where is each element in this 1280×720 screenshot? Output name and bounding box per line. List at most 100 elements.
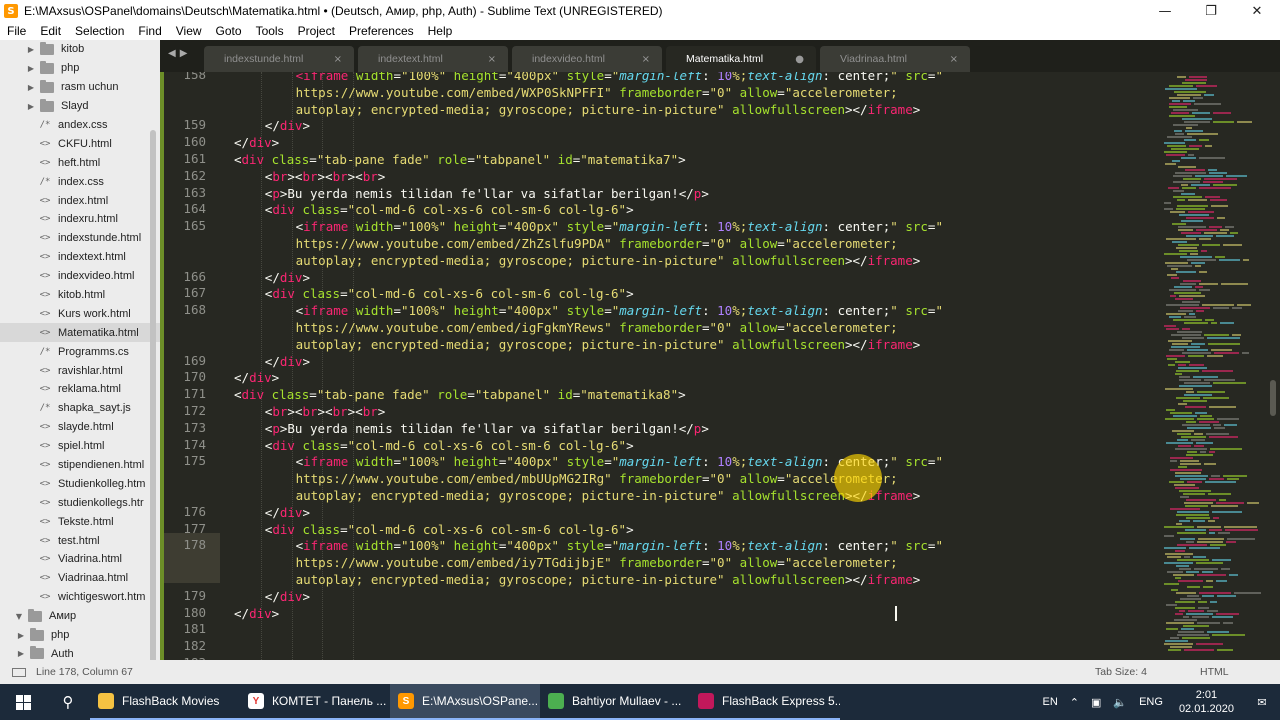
sidebar-item[interactable]: ▶ kitob [0,40,160,59]
sidebar-item[interactable]: <> Viadrina.html [0,550,160,569]
minimap-line [1194,445,1204,447]
menu-project[interactable]: Project [291,24,342,38]
unsaved-dot-icon[interactable]: ● [795,54,804,65]
close-button[interactable]: ✕ [1234,0,1280,22]
editor-tab[interactable]: indextext.html × [358,46,508,72]
minimap-line [1195,265,1201,267]
start-button[interactable] [0,684,46,720]
sidebar-item[interactable]: /* index.css [0,172,160,191]
notification-icon[interactable]: ✉ [1244,696,1280,709]
sidebar-item[interactable]: <> wichtigeswort.htm [0,588,160,607]
sidebar-item[interactable]: <> indexvideo.html [0,267,160,286]
sidebar-item[interactable]: <> Tekste.html [0,512,160,531]
minimap-line [1181,193,1195,195]
minimap-line [1243,259,1249,261]
sidebar-item[interactable]: <> spiel.html [0,437,160,456]
menu-preferences[interactable]: Preferences [342,24,421,38]
sidebar-item[interactable]: <> Matematika.html [0,323,160,343]
sidebar-item[interactable]: ▶ php [0,626,160,645]
editor-tab[interactable]: indexstunde.html × [204,46,354,72]
close-tab-icon[interactable]: × [642,54,650,65]
tray-chevron-icon[interactable]: ⌃ [1064,696,1085,709]
sidebar-item[interactable]: /* andex.css [0,116,160,135]
sidebar-item[interactable]: ▶ Auth [0,645,160,661]
menu-selection[interactable]: Selection [68,24,131,38]
chevron-right-icon[interactable]: ▶ [16,649,26,658]
system-tray: EN ⌃ ▣ 🔈 ENG 2:01 02.01.2020 ✉ [1036,684,1280,720]
editor-tab[interactable]: indexvideo.html × [512,46,662,72]
clock[interactable]: 2:01 02.01.2020 [1169,688,1244,716]
code-area[interactable]: <iframe width="100%" height="400px" styl… [234,72,1214,660]
menu-help[interactable]: Help [421,24,460,38]
sidebar-item[interactable]: <> Kurs work.html [0,304,160,323]
keyboard-layout[interactable]: ENG [1133,696,1169,708]
sidebar-item[interactable]: <> indexstunde.html [0,229,160,248]
taskbar-app[interactable]: FlashBack Express 5... [690,684,840,720]
code-editor[interactable]: 158 159 160 161 162 163 164 165 166 167 168 169 170 1… [160,72,1280,660]
tab-size[interactable]: Tab Size: 4 [1095,666,1200,678]
minimap-line [1184,121,1210,123]
close-tab-icon[interactable]: × [334,54,342,65]
taskbar-app[interactable]: S E:\MAxsus\OSPane... [390,684,540,720]
volume-icon[interactable]: 🔈 [1107,696,1133,709]
sidebar-item[interactable]: <> heft.html [0,153,160,172]
editor-scrollbar[interactable] [1270,380,1276,416]
panel-toggle-icon[interactable] [12,667,26,677]
sidebar-item[interactable]: <> indextext.html [0,248,160,267]
chevron-right-icon[interactable]: ▶ [26,83,36,92]
minimap-line [1188,154,1194,156]
sidebar-item[interactable]: <> stipendienen.html [0,456,160,475]
chevron-down-icon[interactable]: ▼ [14,612,24,621]
menu-goto[interactable]: Goto [209,24,249,38]
taskbar-app[interactable]: Bahtiyor Mullaev - ... [540,684,690,720]
taskbar-app[interactable]: Y КОМТЕТ - Панель ... [240,684,390,720]
sidebar-item[interactable]: ▼ Амир [0,607,160,626]
sidebar-item[interactable]: <> kitob.html [0,286,160,305]
sidebar-item[interactable]: ▶ Slayd [0,97,160,116]
editor-tab[interactable]: Matematika.html ● [666,46,816,72]
syntax-mode[interactable]: HTML [1200,666,1280,678]
menu-view[interactable]: View [169,24,209,38]
sidebar-scrollbar[interactable] [150,130,156,660]
search-icon[interactable]: ⚲ [46,684,90,720]
menu-file[interactable]: File [0,24,33,38]
sidebar-item[interactable]: <> test.html [0,531,160,550]
close-tab-icon[interactable]: × [950,54,958,65]
minimap-line [1225,226,1234,228]
menu-tools[interactable]: Tools [249,24,291,38]
chevron-right-icon[interactable]: ▶ [26,45,36,54]
sidebar-item[interactable]: <> reklama.html [0,380,160,399]
minimap-line [1182,328,1190,330]
chevron-right-icon[interactable]: ▶ [16,631,26,640]
sidebar-item[interactable]: <> ravishlar.html [0,361,160,380]
minimap-line [1211,322,1217,324]
line-number: 176 [183,503,206,519]
sidebar-item[interactable]: <> Viadrinaa.html [0,569,160,588]
sidebar-item[interactable]: <> indexru.html [0,210,160,229]
close-tab-icon[interactable]: × [488,54,496,65]
menu-find[interactable]: Find [131,24,168,38]
maximize-button[interactable]: ❐ [1188,0,1234,22]
sidebar-item[interactable]: <> index.html [0,191,160,210]
minimize-button[interactable]: — [1142,0,1188,22]
sidebar-item[interactable]: /* Programms.cs [0,342,160,361]
chevron-right-icon[interactable]: ▶ [26,64,36,73]
minimap-line [1197,391,1225,393]
input-language[interactable]: EN [1036,696,1063,708]
sidebar-item[interactable]: <> studienkollegs.htr [0,493,160,512]
minimap[interactable] [1160,72,1270,660]
editor-tab[interactable]: Viadrinaa.html × [820,46,970,72]
sidebar-item[interactable]: <> Studienkolleg.htm [0,474,160,493]
cursor-position: Line 178, Column 67 [36,666,133,678]
sidebar-item[interactable]: /* shapka_sayt.js [0,399,160,418]
sidebar-item[interactable]: ▶ php [0,59,160,78]
sidebar-item[interactable]: ▶ rasm uchun [0,78,160,97]
taskbar-app[interactable]: FlashBack Movies [90,684,240,720]
network-icon[interactable]: ▣ [1085,696,1107,709]
folder-icon [30,646,44,660]
tab-nav-arrows-icon[interactable]: ◀▶ [168,48,191,59]
sidebar-item[interactable]: <> slayde.html [0,418,160,437]
chevron-right-icon[interactable]: ▶ [26,102,36,111]
menu-edit[interactable]: Edit [33,24,68,38]
sidebar-item[interactable]: <> CKFU.html [0,134,160,153]
